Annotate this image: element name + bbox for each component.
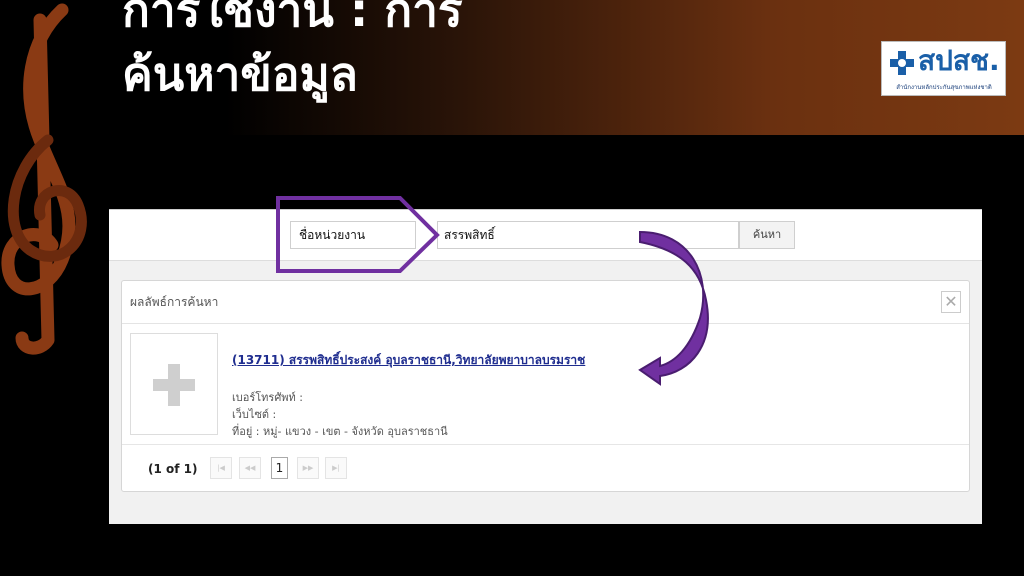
result-thumbnail [130, 333, 218, 435]
pager-next-button[interactable]: ▶▶ [297, 457, 319, 479]
search-input[interactable] [437, 221, 739, 249]
results-header: ผลลัพธ์การค้นหา ✕ [122, 281, 969, 324]
logo-subtitle: สำนักงานหลักประกันสุขภาพแห่งชาติ [896, 84, 992, 91]
result-address: ที่อยู่ : หมู่- แขวง - เขต - จังหวัด อุบ… [232, 425, 448, 438]
pager-current-page[interactable]: 1 [271, 457, 288, 479]
close-icon[interactable]: ✕ [941, 291, 961, 313]
search-field-select[interactable]: ชื่อหน่วยงาน [290, 221, 416, 249]
slide-title-line1: การใช้งาน : การ [122, 0, 463, 37]
search-bar: ชื่อหน่วยงาน ค้นหา [109, 210, 982, 261]
slide-title-line2: ค้นหาข้อมูล [122, 47, 358, 101]
result-link[interactable]: (13711) สรรพสิทธิ์ประสงค์ อุบลราชธานี,วิ… [232, 351, 585, 370]
slide-title: การใช้งาน : การ ค้นหาข้อมูล [122, 0, 463, 106]
pager-info: (1 of 1) [148, 462, 198, 476]
pager-first-button[interactable]: |◀ [210, 457, 232, 479]
pager-prev-button[interactable]: ◀◀ [239, 457, 261, 479]
placeholder-cross-icon [153, 364, 195, 406]
medical-cross-icon [890, 51, 914, 75]
result-website: เว็บไซต์ : [232, 408, 277, 421]
search-button[interactable]: ค้นหา [739, 221, 795, 249]
results-title: ผลลัพธ์การค้นหา [130, 295, 219, 309]
logo-text: สปสช. [918, 44, 1000, 77]
search-panel: ชื่อหน่วยงาน ค้นหา ผลลัพธ์การค้นหา ✕ (13… [109, 209, 982, 524]
pager-last-button[interactable]: ▶| [325, 457, 347, 479]
result-phone: เบอร์โทรศัพท์ : [232, 391, 304, 404]
results-box: ผลลัพธ์การค้นหา ✕ (13711) สรรพสิทธิ์ประส… [121, 280, 970, 492]
paginator: (1 of 1) |◀ ◀◀ 1 ▶▶ ▶| [122, 444, 969, 493]
treble-clef-decoration [1, 3, 87, 355]
nhso-logo: สปสช. สำนักงานหลักประกันสุขภาพแห่งชาติ [881, 41, 1006, 96]
